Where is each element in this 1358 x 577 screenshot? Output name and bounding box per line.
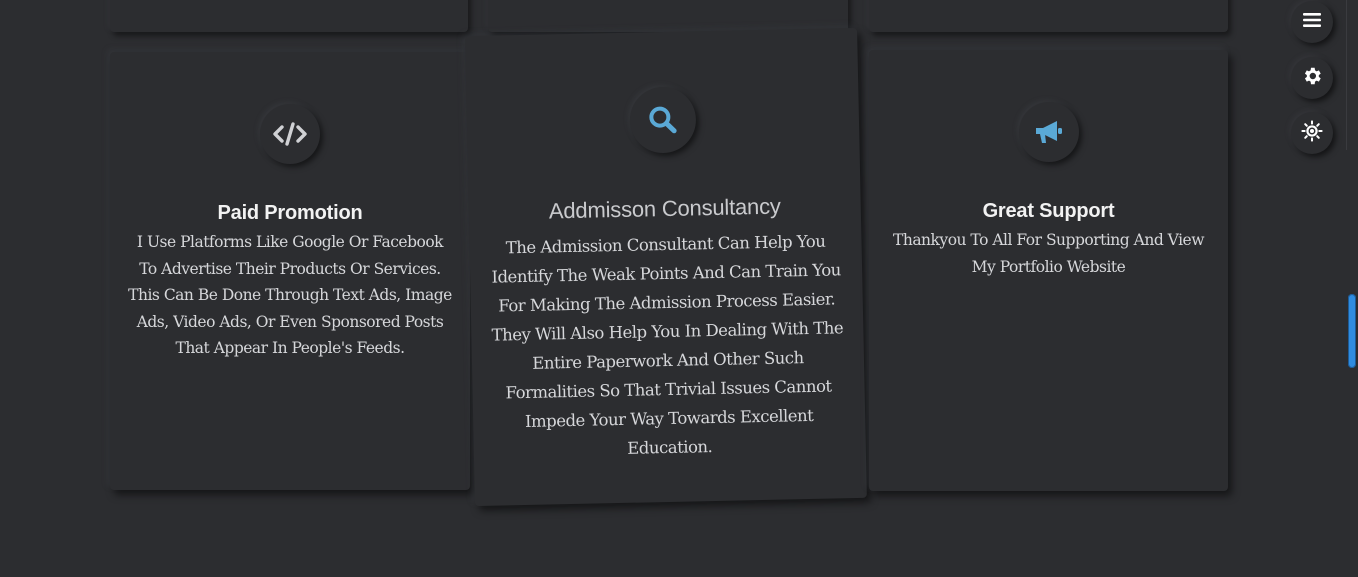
code-icon [260, 104, 320, 164]
scrollbar-thumb[interactable] [1348, 294, 1356, 368]
card-title: Great Support [982, 200, 1115, 222]
theme-toggle-icon [1301, 119, 1323, 147]
search-icon [629, 86, 697, 154]
previous-card-3 [869, 0, 1228, 32]
settings-button[interactable] [1291, 57, 1333, 99]
card-description: The Admission Consultant Can Help You Id… [491, 231, 844, 458]
service-card-paid-promotion: Paid Promotion I Use Platforms Like Goog… [110, 52, 470, 490]
service-card-great-support: Great Support Thankyou To All For Suppor… [869, 50, 1228, 491]
gear-icon [1301, 65, 1323, 92]
card-description: I Use Platforms Like Google Or Facebook … [128, 233, 452, 357]
menu-icon [1303, 12, 1321, 33]
scrollbar[interactable] [1346, 0, 1358, 577]
card-description: Thankyou To All For Supporting And View … [893, 231, 1205, 276]
service-card-admission-consultancy: Addmisson Consultancy The Admission Cons… [465, 27, 867, 507]
card-title: Addmisson Consultancy [548, 193, 781, 224]
previous-card-1 [110, 0, 468, 32]
theme-toggle-button[interactable] [1291, 112, 1333, 154]
menu-button[interactable] [1291, 1, 1333, 43]
megaphone-icon [1018, 102, 1079, 162]
services-section: Paid Promotion I Use Platforms Like Goog… [0, 0, 1358, 577]
previous-card-2 [488, 0, 848, 32]
card-title: Paid Promotion [217, 202, 363, 224]
